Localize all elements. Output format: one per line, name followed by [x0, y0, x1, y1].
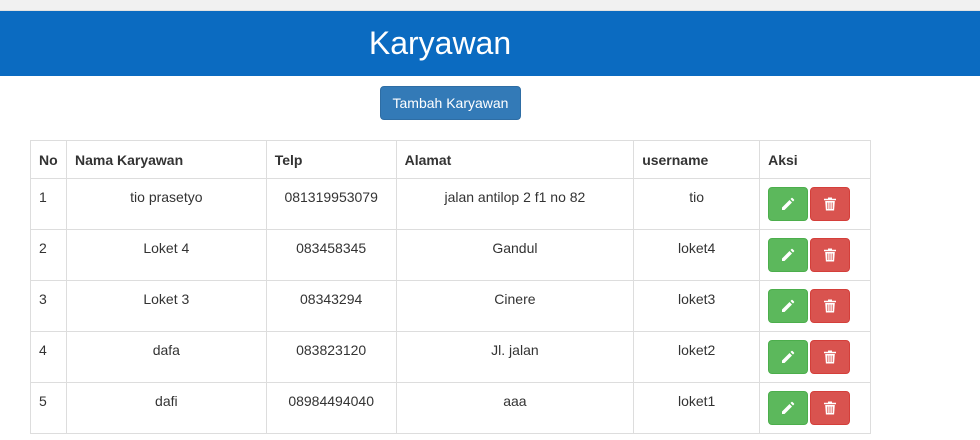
column-header-alamat: Alamat — [395, 140, 635, 179]
table-row: 2 Loket 4 083458345 Gandul loket4 — [30, 229, 871, 281]
browser-top-strip — [0, 0, 980, 11]
cell-alamat: Cinere — [395, 280, 635, 332]
cell-aksi — [759, 382, 871, 434]
cell-alamat: Gandul — [395, 229, 635, 281]
table-header-row: No Nama Karyawan Telp Alamat username Ak… — [30, 140, 871, 179]
pencil-icon — [782, 248, 795, 261]
table-row: 1 tio prasetyo 081319953079 jalan antilo… — [30, 178, 871, 230]
cell-alamat: jalan antilop 2 f1 no 82 — [395, 178, 635, 230]
delete-button[interactable] — [810, 289, 851, 323]
cell-username: loket1 — [633, 382, 761, 434]
cell-no: 5 — [30, 382, 67, 434]
edit-button[interactable] — [768, 238, 809, 272]
cell-username: loket2 — [633, 331, 761, 383]
column-header-telp: Telp — [265, 140, 397, 179]
cell-username: loket3 — [633, 280, 761, 332]
column-header-username: username — [633, 140, 761, 179]
edit-button[interactable] — [768, 289, 809, 323]
cell-nama: dafi — [65, 382, 267, 434]
cell-nama: Loket 4 — [65, 229, 267, 281]
cell-telp: 08984494040 — [265, 382, 397, 434]
cell-nama: dafa — [65, 331, 267, 383]
delete-button[interactable] — [810, 340, 851, 374]
cell-nama: Loket 3 — [65, 280, 267, 332]
pencil-icon — [782, 197, 795, 210]
edit-button[interactable] — [768, 187, 809, 221]
cell-alamat: aaa — [395, 382, 635, 434]
trash-icon — [824, 401, 837, 415]
page-header: Karyawan — [0, 11, 980, 76]
cell-aksi — [759, 229, 871, 281]
cell-telp: 083458345 — [265, 229, 397, 281]
pencil-icon — [782, 350, 795, 363]
table-row: 4 dafa 083823120 Jl. jalan loket2 — [30, 331, 871, 383]
cell-no: 4 — [30, 331, 67, 383]
delete-button[interactable] — [810, 187, 851, 221]
cell-telp: 08343294 — [265, 280, 397, 332]
edit-button[interactable] — [768, 340, 809, 374]
trash-icon — [824, 197, 837, 211]
column-header-no: No — [30, 140, 67, 179]
cell-telp: 081319953079 — [265, 178, 397, 230]
delete-button[interactable] — [810, 238, 851, 272]
edit-button[interactable] — [768, 391, 809, 425]
cell-telp: 083823120 — [265, 331, 397, 383]
cell-no: 3 — [30, 280, 67, 332]
cell-alamat: Jl. jalan — [395, 331, 635, 383]
page-title: Karyawan — [368, 25, 512, 61]
trash-icon — [824, 299, 837, 313]
column-header-nama: Nama Karyawan — [65, 140, 267, 179]
cell-username: loket4 — [633, 229, 761, 281]
cell-aksi — [759, 280, 871, 332]
cell-no: 1 — [30, 178, 67, 230]
column-header-aksi: Aksi — [759, 140, 871, 179]
pencil-icon — [782, 299, 795, 312]
table-row: 5 dafi 08984494040 aaa loket1 — [30, 382, 871, 434]
cell-aksi — [759, 178, 871, 230]
delete-button[interactable] — [810, 391, 851, 425]
cell-username: tio — [633, 178, 761, 230]
employee-table: No Nama Karyawan Telp Alamat username Ak… — [30, 140, 871, 434]
trash-icon — [824, 248, 837, 262]
add-employee-button[interactable]: Tambah Karyawan — [380, 86, 521, 120]
trash-icon — [824, 350, 837, 364]
cell-aksi — [759, 331, 871, 383]
cell-nama: tio prasetyo — [65, 178, 267, 230]
cell-no: 2 — [30, 229, 67, 281]
pencil-icon — [782, 401, 795, 414]
table-row: 3 Loket 3 08343294 Cinere loket3 — [30, 280, 871, 332]
